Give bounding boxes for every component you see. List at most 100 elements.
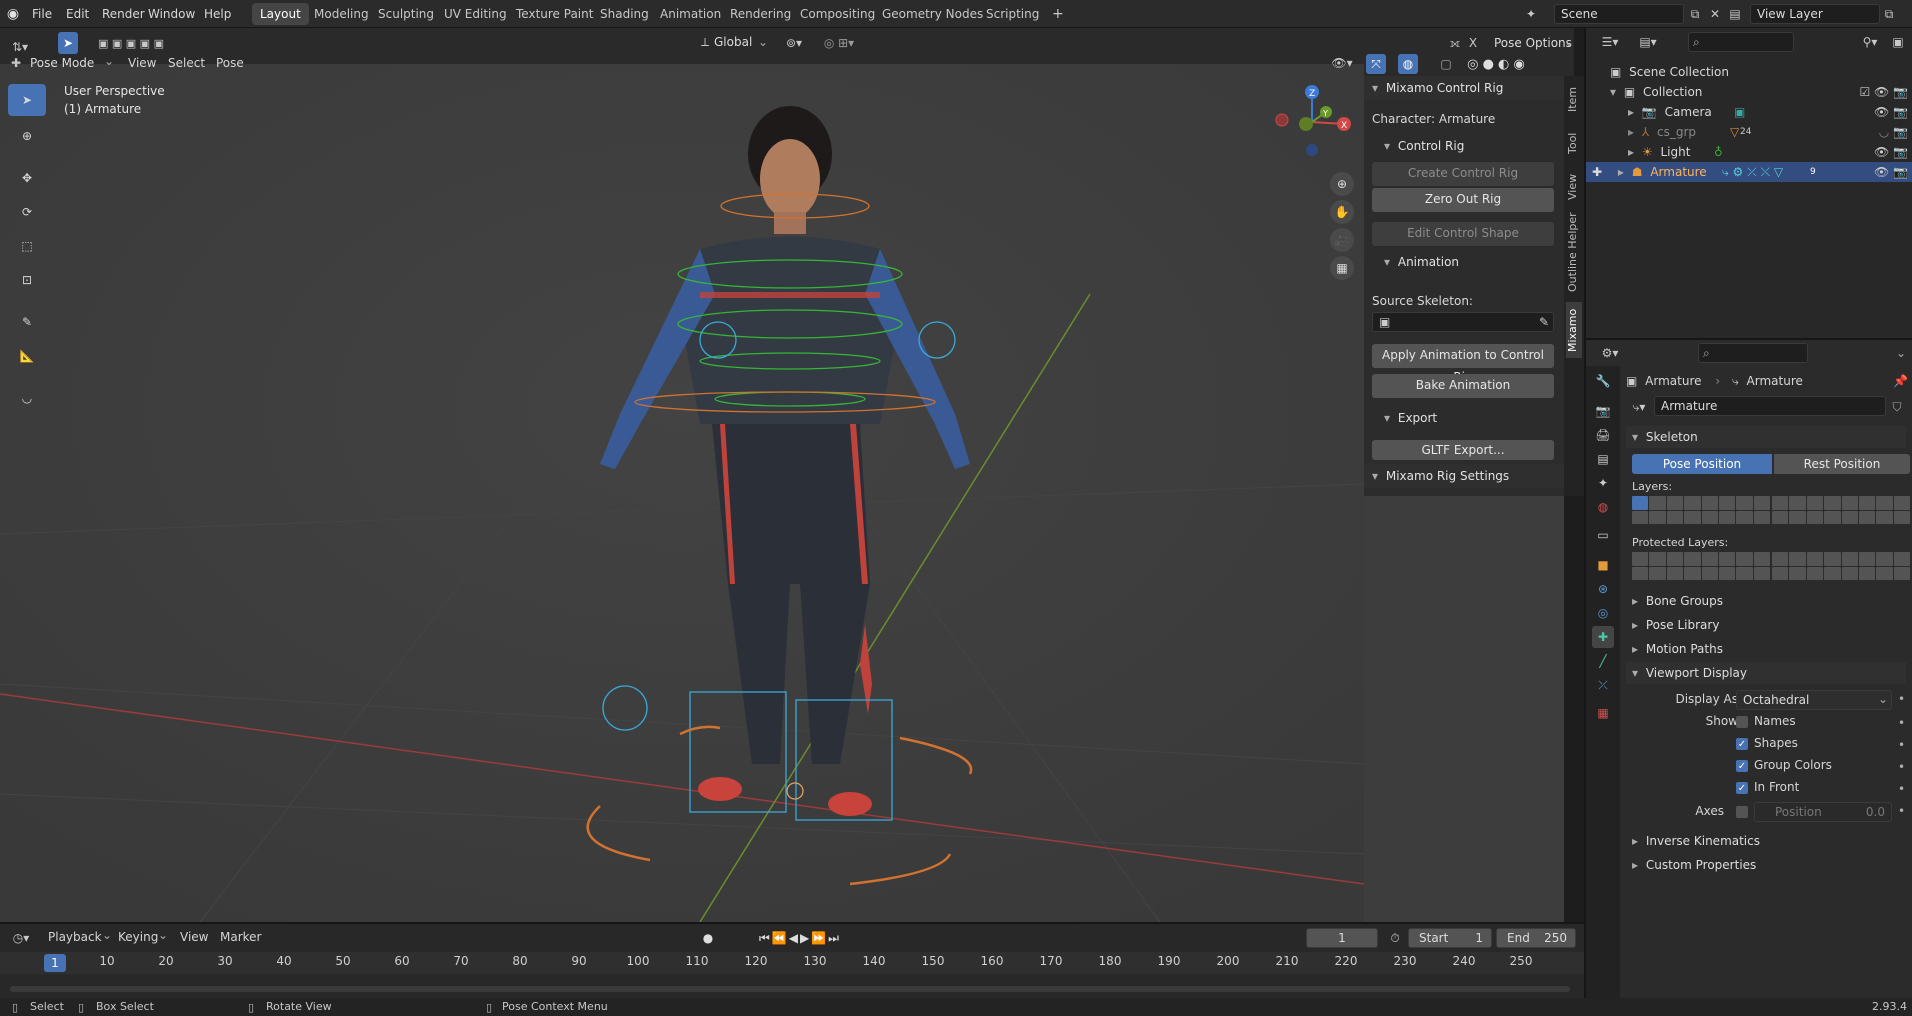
filter-icon[interactable]: ⚲▾ <box>1856 32 1884 52</box>
rotate-tool-icon[interactable]: ⟳ <box>8 196 46 228</box>
copy-view-layer-icon[interactable]: ⧉ <box>1882 5 1896 23</box>
pivot-point-icon[interactable]: ⊚▾ <box>780 32 808 54</box>
current-frame-field[interactable]: 1 <box>1306 928 1378 948</box>
expand-arrow-icon[interactable]: ▸ <box>1618 165 1624 179</box>
new-collection-icon[interactable]: ▣ <box>1888 32 1908 52</box>
gltf-export-button[interactable]: GLTF Export... <box>1372 440 1554 460</box>
create-control-rig-button[interactable]: Create Control Rig <box>1372 162 1554 186</box>
expand-arrow-icon[interactable]: ▸ <box>1632 858 1638 872</box>
collapse-arrow-icon[interactable]: ▾ <box>1384 411 1390 425</box>
playback-controls-icons[interactable]: ⏮⏪◀▶⏩⏭ <box>744 928 856 948</box>
zero-out-rig-button[interactable]: Zero Out Rig <box>1372 188 1554 212</box>
protected-layers-grid-left[interactable] <box>1632 552 1770 580</box>
tab-texture-paint[interactable]: Texture Paint <box>508 3 601 25</box>
chevron-down-icon[interactable]: ⌄ <box>104 52 114 70</box>
outliner-item-cs-grp[interactable]: ▸ ⅄ cs_grp ▽ 24 ◡ 📷 <box>1586 122 1912 142</box>
bake-animation-button[interactable]: Bake Animation <box>1372 374 1554 398</box>
menu-help[interactable]: Help <box>204 4 231 24</box>
gizmo-toggle-icon[interactable]: ⤧ <box>1366 54 1386 74</box>
pose-relax-tool-icon[interactable]: ◡ <box>8 382 46 414</box>
display-mode-icon[interactable]: ▤▾ <box>1634 32 1662 52</box>
transform-tool-icon[interactable]: ⊡ <box>8 264 46 296</box>
group-colors-checkbox[interactable]: ✓ <box>1736 760 1748 772</box>
playhead[interactable]: 1 <box>44 954 66 972</box>
tool-tab-icon[interactable]: 🔧 <box>1592 370 1614 392</box>
keying-menu[interactable]: Keying <box>118 930 158 944</box>
menu-pose[interactable]: Pose <box>216 54 244 72</box>
tab-modeling[interactable]: Modeling <box>306 3 377 25</box>
tab-rendering[interactable]: Rendering <box>722 3 799 25</box>
names-checkbox[interactable] <box>1736 716 1748 728</box>
orientation-dropdown[interactable]: Global <box>714 31 752 53</box>
expand-arrow-icon[interactable]: ▸ <box>1632 594 1638 608</box>
menu-window[interactable]: Window <box>148 4 195 24</box>
selection-mode-icons[interactable]: ▣ ▣ ▣ ▣ ▣ <box>88 32 174 54</box>
collapse-arrow-icon[interactable]: ▾ <box>1632 430 1638 444</box>
expand-arrow-icon[interactable]: ▸ <box>1632 618 1638 632</box>
pose-options-dropdown[interactable]: Pose Options <box>1494 32 1572 54</box>
view-layer-icon[interactable]: ▤ <box>1726 5 1744 23</box>
menu-view[interactable]: View <box>128 54 156 72</box>
zoom-icon[interactable]: ⊕ <box>1330 172 1354 196</box>
outliner-scene-collection[interactable]: ▣ Scene Collection <box>1586 62 1912 82</box>
expand-arrow-icon[interactable]: ▸ <box>1628 145 1634 159</box>
collapse-arrow-icon[interactable]: ▾ <box>1632 666 1638 680</box>
menu-select[interactable]: Select <box>168 54 205 72</box>
custom-properties-section[interactable]: ▸ Custom Properties <box>1626 854 1906 876</box>
collapse-arrow-icon[interactable]: ▾ <box>1372 469 1378 483</box>
protected-layers-grid-right[interactable] <box>1772 552 1910 580</box>
end-frame-field[interactable]: End 250 <box>1496 928 1576 948</box>
tab-compositing[interactable]: Compositing <box>792 3 883 25</box>
animate-dot-icon[interactable]: • <box>1898 760 1905 774</box>
menu-render[interactable]: Render <box>102 4 145 24</box>
physics-tab-icon[interactable]: ◎ <box>1592 602 1614 624</box>
tab-animation[interactable]: Animation <box>652 3 729 25</box>
tab-shading[interactable]: Shading <box>592 3 657 25</box>
chevron-down-icon[interactable]: ⌄ <box>1564 31 1574 53</box>
pan-hand-icon[interactable]: ✋ <box>1330 200 1354 224</box>
expand-arrow-icon[interactable]: ▸ <box>1632 642 1638 656</box>
outliner-item-light[interactable]: ▸ ☀ Light ♁ 👁 📷 <box>1586 142 1912 162</box>
mirror-icon[interactable]: ⟗ <box>1446 32 1464 54</box>
output-tab-icon[interactable]: 🖨 <box>1592 424 1614 446</box>
select-box-tool-icon[interactable]: ➤ <box>8 84 46 116</box>
measure-tool-icon[interactable]: 📐 <box>8 340 46 372</box>
bone-tab-icon[interactable]: ╱ <box>1592 650 1614 672</box>
cursor-tool-icon[interactable]: ⊕ <box>8 120 46 152</box>
source-skeleton-field[interactable]: ▣ ✎ <box>1372 312 1554 332</box>
fake-user-icon[interactable]: ⛉ <box>1888 398 1906 416</box>
visibility-icon[interactable]: 👁 📷 <box>1874 142 1908 162</box>
animate-dot-icon[interactable]: • <box>1898 716 1905 730</box>
axes-checkbox[interactable] <box>1736 806 1748 818</box>
record-icon[interactable]: ● <box>698 928 718 948</box>
timeline-editor-icon[interactable]: ◷▾ <box>8 928 34 948</box>
tab-sculpting[interactable]: Sculpting <box>370 3 442 25</box>
chevron-down-icon[interactable]: ⌄ <box>1878 692 1888 706</box>
expand-arrow-icon[interactable]: ▸ <box>1632 834 1638 848</box>
xray-icon[interactable]: ▢ <box>1438 54 1454 74</box>
properties-search-input[interactable]: ⌕ <box>1698 343 1808 363</box>
hidden-icon[interactable]: ◡ 📷 <box>1879 122 1908 142</box>
in-front-checkbox[interactable]: ✓ <box>1736 782 1748 794</box>
armature-data-icon[interactable]: ⤷▾ <box>1626 398 1652 416</box>
menu-edit[interactable]: Edit <box>66 4 89 24</box>
motion-paths-section[interactable]: ▸ Motion Paths <box>1626 638 1906 660</box>
navigation-gizmo[interactable]: Z X Y <box>1268 82 1358 162</box>
select-tool-icon[interactable]: ➤ <box>58 32 78 54</box>
move-tool-icon[interactable]: ✥ <box>8 162 46 194</box>
outliner-search-input[interactable]: ⌕ <box>1688 32 1794 52</box>
rest-position-button[interactable]: Rest Position <box>1774 454 1910 474</box>
chevron-down-icon[interactable]: ⌄ <box>1896 343 1906 363</box>
outliner-collection[interactable]: ▾ ▣ Collection ☑ 👁 📷 <box>1586 82 1912 102</box>
axes-position-field[interactable]: Position 0.0 <box>1754 802 1892 822</box>
add-workspace-icon[interactable]: + <box>1044 3 1072 25</box>
tab-geometry-nodes[interactable]: Geometry Nodes <box>874 3 991 25</box>
3d-viewport[interactable]: User Perspective (1) Armature Z X Y ⊕ ✋ … <box>0 64 1564 922</box>
chevron-down-icon[interactable]: ⌄ <box>158 928 168 942</box>
layers-grid-left[interactable] <box>1632 496 1770 524</box>
apply-animation-button[interactable]: Apply Animation to Control Rig <box>1372 344 1554 384</box>
blender-logo-icon[interactable]: ◉ <box>4 4 22 24</box>
display-as-dropdown[interactable]: Octahedral <box>1736 690 1892 710</box>
render-tab-icon[interactable]: 📷 <box>1592 400 1614 422</box>
shading-mode-icons[interactable]: ◎ ● ◐ ◉ <box>1456 54 1536 74</box>
